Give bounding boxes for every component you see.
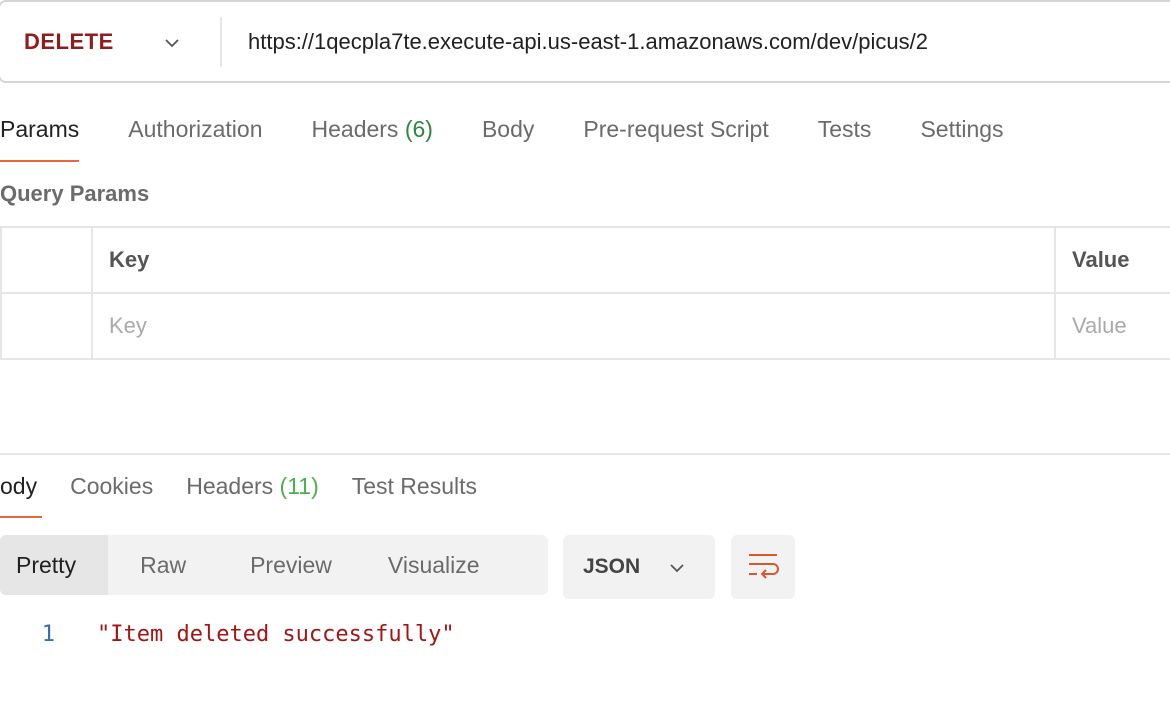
request-bar: DELETE https://1qecpla7te.execute-api.us… bbox=[0, 0, 1170, 83]
query-params-table: Key Value Key Value bbox=[0, 226, 1170, 360]
tab-headers-label: Headers bbox=[311, 116, 399, 142]
language-select[interactable]: JSON bbox=[563, 535, 715, 599]
format-pretty-button[interactable]: Pretty bbox=[0, 535, 109, 595]
key-input[interactable]: Key bbox=[91, 292, 1056, 360]
method-label: DELETE bbox=[24, 28, 114, 54]
query-params-title: Query Params bbox=[0, 181, 150, 206]
chevron-down-icon bbox=[669, 560, 684, 574]
line-number: 1 bbox=[41, 622, 55, 647]
request-tabs: Params Authorization Headers (6) Body Pr… bbox=[0, 100, 1053, 162]
language-select-label: JSON bbox=[583, 555, 641, 578]
value-column-header: Value bbox=[1054, 226, 1170, 294]
key-column-header: Key bbox=[91, 226, 1056, 294]
row-checkbox-cell[interactable] bbox=[0, 292, 93, 360]
tab-settings[interactable]: Settings bbox=[920, 100, 1003, 162]
response-tab-cookies[interactable]: Cookies bbox=[70, 460, 153, 518]
tab-headers-count: (6) bbox=[404, 116, 433, 142]
format-raw-button[interactable]: Raw bbox=[140, 535, 186, 595]
table-header-row: Key Value bbox=[0, 226, 1170, 294]
format-toggle-group: Pretty Raw Preview Visualize bbox=[0, 535, 548, 595]
tab-tests[interactable]: Tests bbox=[818, 100, 872, 162]
tab-authorization[interactable]: Authorization bbox=[128, 100, 262, 162]
wrap-lines-button[interactable] bbox=[731, 535, 795, 599]
pane-divider[interactable] bbox=[0, 453, 1170, 455]
response-code-line: 1 "Item deleted successfully" bbox=[0, 622, 455, 647]
chevron-down-icon bbox=[164, 35, 179, 49]
table-row: Key Value bbox=[0, 292, 1170, 360]
method-selector[interactable]: DELETE bbox=[0, 16, 222, 67]
value-input[interactable]: Value bbox=[1054, 292, 1170, 360]
response-tab-headers-label: Headers bbox=[186, 473, 274, 499]
format-preview-button[interactable]: Preview bbox=[250, 535, 332, 595]
format-visualize-button[interactable]: Visualize bbox=[388, 535, 480, 595]
response-tab-headers[interactable]: Headers (11) bbox=[186, 460, 319, 518]
response-tab-test-results[interactable]: Test Results bbox=[352, 460, 477, 518]
checkbox-column-header bbox=[0, 226, 93, 294]
tab-body[interactable]: Body bbox=[482, 100, 534, 162]
response-tab-headers-count: (11) bbox=[279, 473, 319, 499]
response-tab-body[interactable]: ody bbox=[0, 460, 43, 518]
tab-headers[interactable]: Headers (6) bbox=[312, 100, 433, 162]
url-input[interactable]: https://1qecpla7te.execute-api.us-east-1… bbox=[222, 29, 928, 55]
response-tabs: ody Cookies Headers (11) Test Results bbox=[0, 460, 510, 518]
tab-pre-request-script[interactable]: Pre-request Script bbox=[583, 100, 768, 162]
response-body-text: "Item deleted successfully" bbox=[97, 622, 455, 647]
tab-params[interactable]: Params bbox=[0, 100, 80, 162]
wrap-lines-icon bbox=[747, 551, 779, 584]
